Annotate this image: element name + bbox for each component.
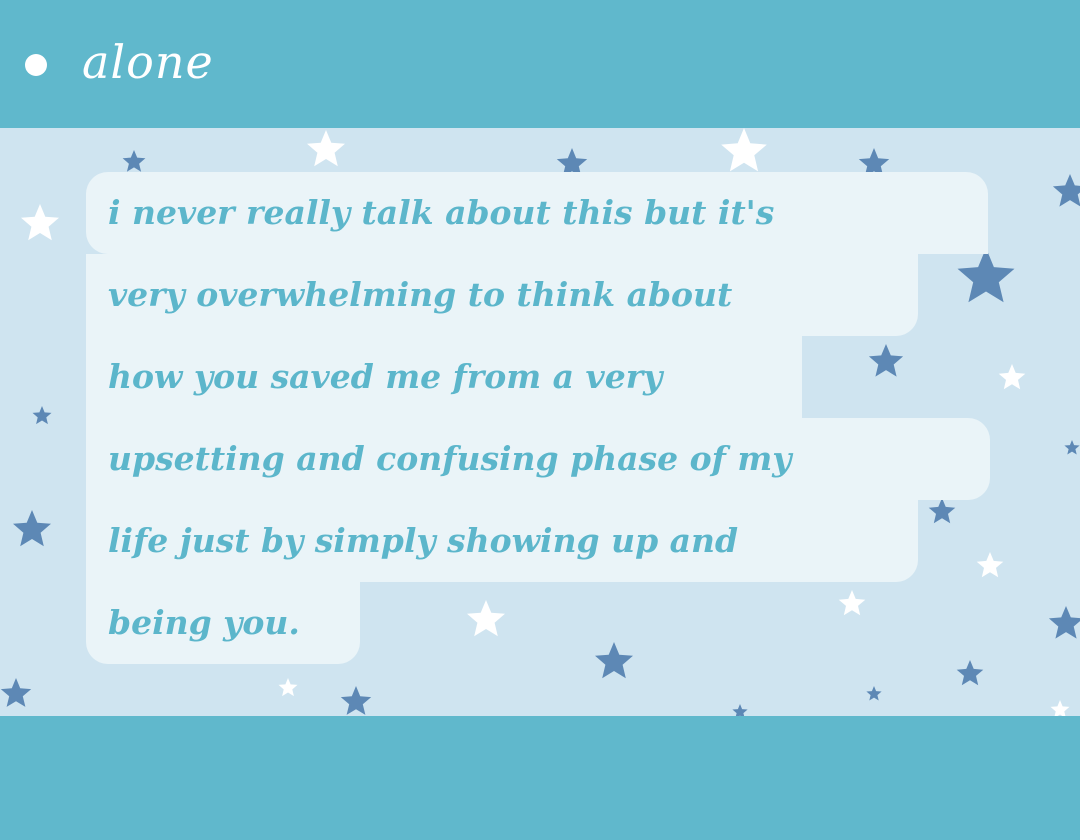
star-icon (928, 498, 956, 524)
star-icon (467, 600, 505, 637)
star-icon (21, 204, 59, 241)
star-icon (0, 678, 32, 707)
star-icon (868, 344, 904, 377)
caption-line: i never really talk about this but it's (86, 172, 988, 254)
caption-line: being you. (86, 582, 360, 664)
caption-line: very overwhelming to think about (86, 254, 918, 336)
star-icon (956, 660, 984, 686)
caption-line: how you saved me from a very (86, 336, 802, 418)
star-icon (957, 248, 1015, 303)
caption-line: upsetting and confusing phase of my (86, 418, 990, 500)
star-icon (866, 686, 882, 701)
star-icon (998, 364, 1026, 390)
bullet-dot-icon (25, 54, 47, 76)
star-icon (595, 642, 633, 679)
footer-bar (0, 716, 1080, 840)
star-icon (13, 510, 51, 547)
star-icon (1064, 440, 1080, 455)
caption-line: life just by simply showing up and (86, 500, 918, 582)
star-icon (1052, 174, 1080, 207)
star-icon (976, 552, 1004, 578)
star-icon (1048, 606, 1080, 639)
star-icon (732, 704, 748, 716)
star-icon (838, 590, 866, 616)
star-icon (122, 150, 146, 172)
star-icon (278, 678, 298, 697)
star-icon (307, 130, 345, 167)
star-icon (340, 686, 372, 715)
star-icon (32, 406, 52, 425)
header-bar: alone (0, 0, 1080, 128)
star-icon (1050, 700, 1070, 716)
header-title: alone (82, 35, 214, 89)
star-icon (721, 128, 767, 172)
